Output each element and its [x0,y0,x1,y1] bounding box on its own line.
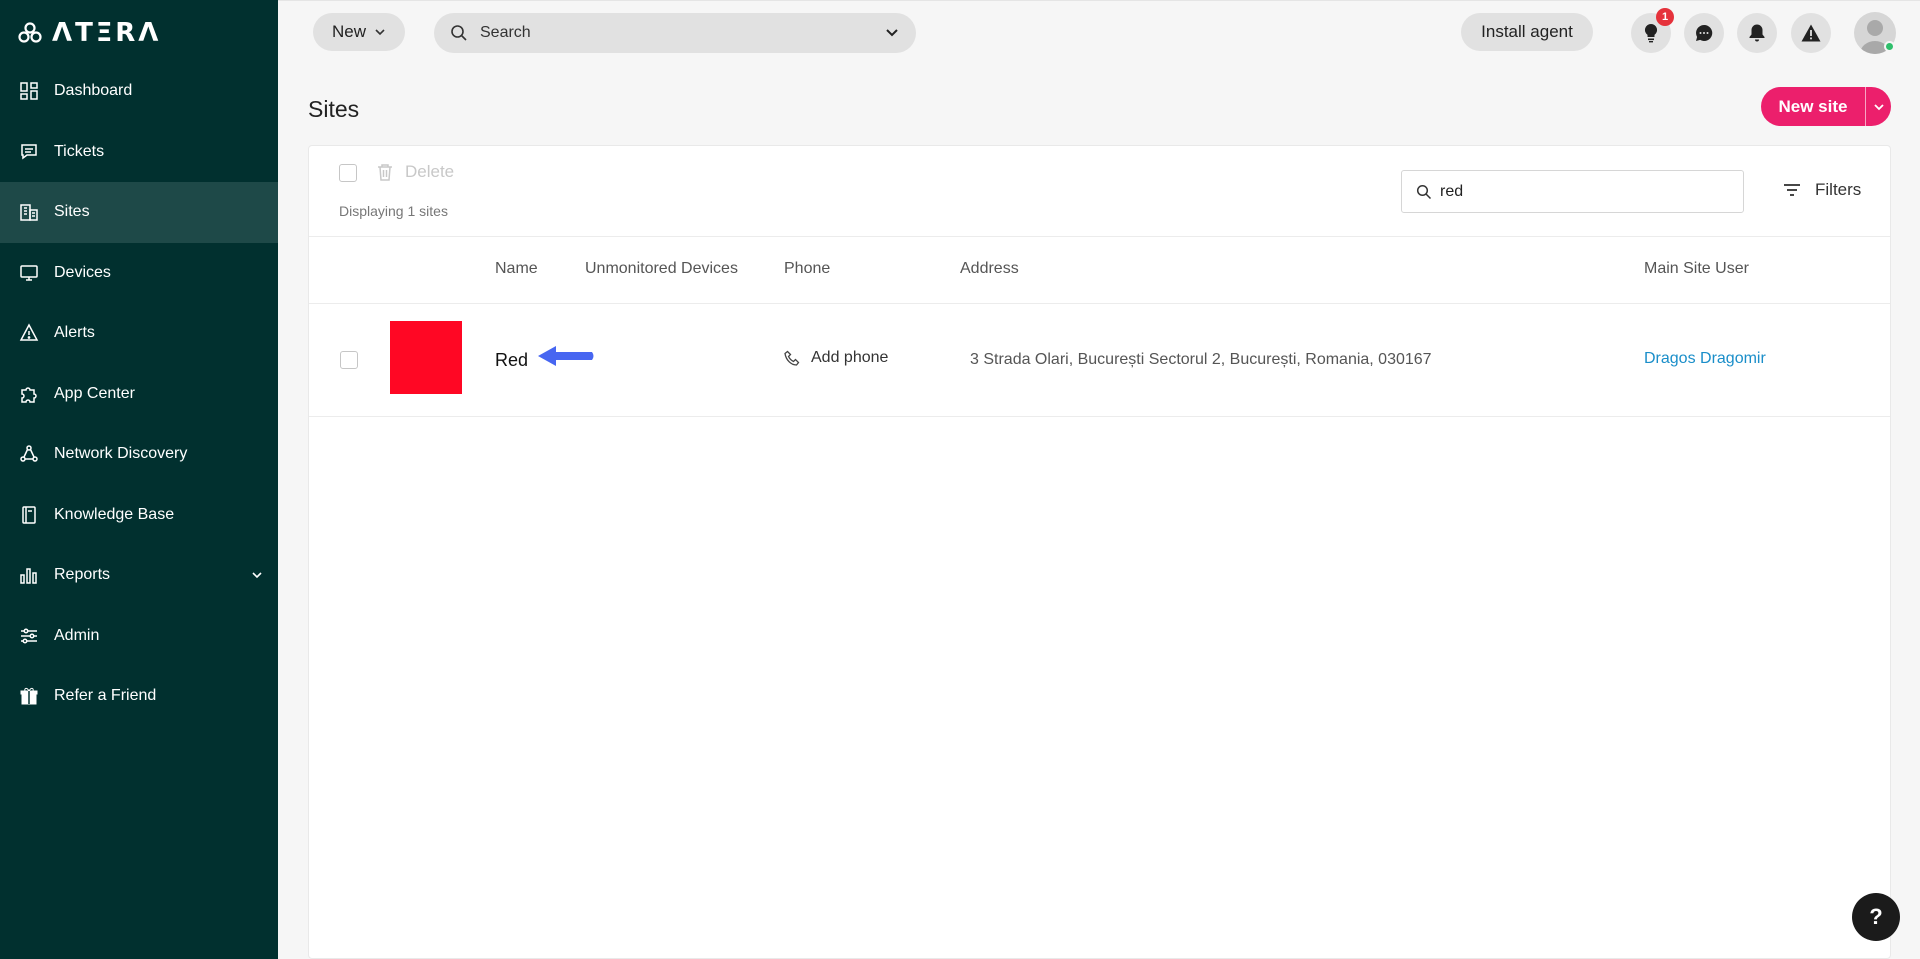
sidebar-item-label: Alerts [54,324,95,342]
sidebar-item-label: Admin [54,626,100,644]
chat-button[interactable] [1684,13,1724,53]
column-header-main-site-user[interactable]: Main Site User [1644,260,1749,278]
puzzle-icon [21,387,37,403]
bar-chart-icon [20,568,37,584]
pointer-arrow-icon [538,346,594,366]
select-all-checkbox[interactable] [339,164,357,182]
new-site-button[interactable]: New site [1761,87,1891,126]
install-agent-label: Install agent [1481,22,1573,41]
filter-value: red [1440,182,1464,200]
sidebar-item-label: Devices [54,263,111,281]
network-icon [20,445,38,462]
sidebar-item-app-center[interactable]: App Center [0,364,278,425]
sidebar-item-label: Tickets [54,142,105,160]
site-address: 3 Strada Olari, București Sectorul 2, Bu… [970,351,1432,368]
dashboard-icon [20,82,38,100]
sidebar-item-label: Refer a Friend [54,687,157,705]
sidebar-item-refer-a-friend[interactable]: Refer a Friend [0,666,278,727]
sidebar-item-alerts[interactable]: Alerts [0,303,278,364]
warning-icon [1801,24,1821,42]
bell-icon [1749,24,1765,42]
sidebar-item-label: Dashboard [54,82,133,100]
sidebar-item-admin[interactable]: Admin [0,606,278,667]
search-placeholder: Search [480,24,531,41]
chevron-down-icon [1873,103,1884,110]
add-phone-link[interactable]: Add phone [784,349,888,367]
sidebar-item-label: App Center [54,384,135,402]
chat-icon [1696,24,1713,41]
column-header-phone[interactable]: Phone [784,260,830,278]
sidebar-nav: Dashboard Tickets Sites Devices Alerts A… [0,61,278,727]
ticket-icon [21,144,37,160]
sidebar-item-label: Network Discovery [54,445,188,463]
divider [309,236,1890,237]
sidebar-item-label: Knowledge Base [54,505,175,523]
filter-icon [1784,184,1800,196]
monitor-icon [20,265,38,281]
search-icon [451,25,467,41]
site-name-link[interactable]: Red [495,350,528,371]
sidebar-item-dashboard[interactable]: Dashboard [0,61,278,122]
sites-card: Delete Displaying 1 sites red Filters Na… [308,145,1891,959]
sidebar-item-sites[interactable]: Sites [0,182,278,243]
new-button[interactable]: New [313,13,405,51]
notifications-button[interactable] [1737,13,1777,53]
top-bar: New Search Install agent 1 [278,0,1920,62]
search-icon [1416,184,1432,199]
site-color-swatch [390,321,462,394]
building-icon [20,204,38,221]
notification-badge: 1 [1656,8,1674,26]
divider [309,416,1890,417]
sidebar-item-network-discovery[interactable]: Network Discovery [0,424,278,485]
atera-logo[interactable]: ΛΤΞRΛ [18,18,161,48]
column-header-unmonitored-devices[interactable]: Unmonitored Devices [585,260,738,278]
chevron-down-icon[interactable] [884,25,900,41]
warning-icon [19,323,39,341]
page-title: Sites [308,96,360,122]
button-divider [1865,87,1866,126]
brand-name: ΛΤΞRΛ [52,18,162,48]
column-header-name[interactable]: Name [495,260,538,278]
delete-button[interactable]: Delete [377,162,454,182]
filters-label: Filters [1815,180,1862,199]
delete-label: Delete [405,162,455,181]
trash-icon [378,164,392,181]
filter-search-input[interactable]: red [1401,170,1744,213]
new-button-label: New [331,22,366,41]
sidebar-item-label: Reports [54,566,111,584]
chevron-down-icon [375,29,385,36]
alerts-button[interactable] [1791,13,1831,53]
gift-icon [20,688,38,705]
phone-icon [784,350,800,366]
book-icon [22,506,36,524]
sidebar-item-reports[interactable]: Reports [0,545,278,606]
sidebar-item-label: Sites [54,203,90,221]
divider [309,303,1890,304]
sidebar: ΛΤΞRΛ Dashboard Tickets Sites Devices Al… [0,0,278,959]
column-header-address[interactable]: Address [960,260,1019,278]
online-status-dot [1884,41,1895,52]
sidebar-item-tickets[interactable]: Tickets [0,122,278,183]
tips-button[interactable]: 1 [1631,8,1674,53]
row-checkbox[interactable] [340,351,358,369]
global-search[interactable]: Search [434,13,916,53]
new-site-label: New site [1778,96,1848,116]
install-agent-button[interactable]: Install agent [1461,13,1593,51]
sliders-icon [21,628,37,644]
sidebar-item-knowledge-base[interactable]: Knowledge Base [0,485,278,546]
add-phone-label: Add phone [811,349,889,366]
chevron-down-icon[interactable] [250,568,264,582]
sidebar-item-devices[interactable]: Devices [0,243,278,304]
new-site-dropdown[interactable] [1866,101,1891,113]
filters-button[interactable]: Filters [1783,180,1861,200]
display-count: Displaying 1 sites [339,203,448,219]
help-button[interactable]: ? [1852,893,1900,941]
atera-logo-icon [18,22,42,43]
main-site-user-link[interactable]: Dragos Dragomir [1644,350,1766,368]
lightbulb-icon [1644,23,1658,43]
